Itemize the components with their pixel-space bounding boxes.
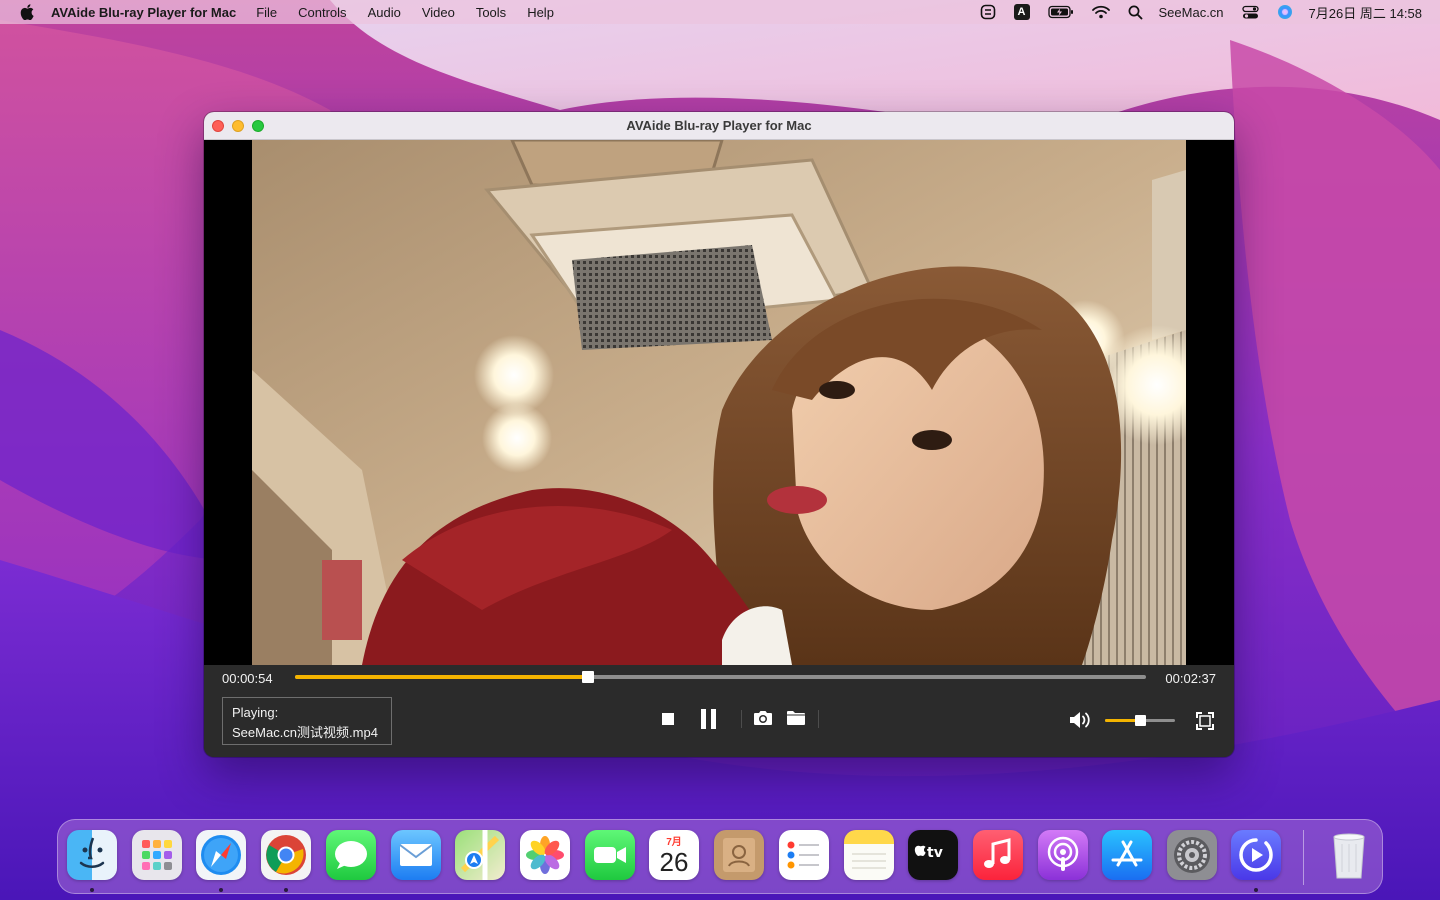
menu-tools[interactable]: Tools	[476, 5, 506, 20]
mail-icon[interactable]	[391, 830, 441, 880]
chrome-running-indicator	[284, 888, 288, 892]
svg-text:tv: tv	[927, 845, 943, 861]
stop-icon	[662, 713, 674, 725]
camera-icon	[754, 711, 772, 725]
open-snapshot-folder-button[interactable]	[785, 709, 807, 727]
dock: 7月 26 tv	[57, 819, 1383, 894]
mute-button[interactable]	[1069, 710, 1093, 730]
calendar-day-label: 26	[659, 847, 689, 877]
now-playing-box: Playing: SeeMac.cn测试视频.mp4	[222, 697, 392, 745]
menu-app-name[interactable]: AVAide Blu-ray Player for Mac	[51, 5, 236, 20]
video-display[interactable]	[204, 140, 1234, 665]
music-icon[interactable]	[973, 830, 1023, 880]
trash-icon[interactable]	[1324, 830, 1374, 880]
avaide-running-indicator	[1254, 888, 1258, 892]
fullscreen-icon	[1196, 712, 1214, 730]
siri-icon[interactable]	[1277, 0, 1293, 24]
zoom-window-button[interactable]	[252, 120, 264, 132]
now-playing-label: Playing:	[232, 705, 279, 720]
pause-icon	[701, 709, 716, 729]
notes-icon[interactable]	[844, 830, 894, 880]
finder-running-indicator	[90, 888, 94, 892]
controls-separator	[741, 710, 742, 728]
spotlight-search-icon[interactable]	[1128, 0, 1143, 24]
safari-icon[interactable]	[196, 830, 246, 880]
player-window: AVAide Blu-ray Player for Mac 00:00:54 0…	[204, 112, 1234, 757]
finder-icon[interactable]	[67, 830, 117, 880]
menu-bar: AVAide Blu-ray Player for Mac File Contr…	[0, 0, 1440, 24]
maps-icon[interactable]	[455, 830, 505, 880]
total-duration: 00:02:37	[1165, 671, 1216, 686]
snapshot-button[interactable]	[752, 709, 774, 727]
current-time: 00:00:54	[222, 671, 273, 686]
player-controls: 00:00:54 00:02:37 Playing: SeeMac.cn测试视频…	[204, 665, 1234, 757]
photos-icon[interactable]	[520, 830, 570, 880]
now-playing-filename: SeeMac.cn测试视频.mp4	[232, 725, 378, 740]
speaker-icon	[1070, 712, 1090, 728]
avaide-player-icon[interactable]	[1231, 830, 1281, 880]
input-source-icon[interactable]: A	[1013, 0, 1030, 24]
pause-button[interactable]	[698, 707, 720, 731]
apple-tv-icon[interactable]: tv	[908, 830, 958, 880]
apple-menu-icon[interactable]	[17, 2, 37, 22]
control-center-icon[interactable]	[1241, 0, 1259, 24]
dock-separator	[1303, 830, 1304, 885]
menu-file[interactable]: File	[256, 5, 277, 20]
system-preferences-icon[interactable]	[1167, 830, 1217, 880]
launchpad-icon[interactable]	[132, 830, 182, 880]
reminders-icon[interactable]	[779, 830, 829, 880]
seek-bar-handle[interactable]	[581, 671, 594, 683]
menu-audio[interactable]: Audio	[368, 5, 401, 20]
controls-separator	[818, 710, 819, 728]
menu-help[interactable]: Help	[527, 5, 554, 20]
seek-bar-fill	[295, 675, 588, 679]
wifi-icon[interactable]	[1091, 0, 1110, 24]
safari-running-indicator	[219, 888, 223, 892]
facetime-icon[interactable]	[585, 830, 635, 880]
battery-icon[interactable]	[1047, 0, 1074, 24]
traffic-lights	[212, 120, 264, 132]
calendar-icon[interactable]: 7月 26	[649, 830, 699, 880]
fullscreen-button[interactable]	[1195, 711, 1215, 731]
folder-icon	[787, 711, 805, 725]
chrome-icon[interactable]	[261, 830, 311, 880]
window-title: AVAide Blu-ray Player for Mac	[626, 118, 812, 133]
menu-video[interactable]: Video	[422, 5, 455, 20]
video-frame-image	[252, 140, 1186, 665]
volume-slider-handle[interactable]	[1135, 715, 1146, 726]
contacts-icon[interactable]	[714, 830, 764, 880]
volume-slider[interactable]	[1105, 715, 1175, 726]
seek-bar[interactable]	[295, 671, 1146, 683]
calendar-month-label: 7月	[666, 837, 682, 848]
messages-icon[interactable]	[326, 830, 376, 880]
menu-controls[interactable]: Controls	[298, 5, 346, 20]
menubar-clock[interactable]: 7月26日 周二 14:58	[1309, 3, 1422, 22]
minimize-window-button[interactable]	[232, 120, 244, 132]
menubar-site-label[interactable]: SeeMac.cn	[1159, 5, 1224, 20]
stop-button[interactable]	[660, 711, 676, 727]
window-titlebar[interactable]: AVAide Blu-ray Player for Mac	[204, 112, 1234, 140]
podcasts-icon[interactable]	[1038, 830, 1088, 880]
app-store-icon[interactable]	[1102, 830, 1152, 880]
clipboard-status-icon[interactable]	[980, 0, 996, 24]
input-source-badge: A	[1013, 4, 1030, 20]
close-window-button[interactable]	[212, 120, 224, 132]
